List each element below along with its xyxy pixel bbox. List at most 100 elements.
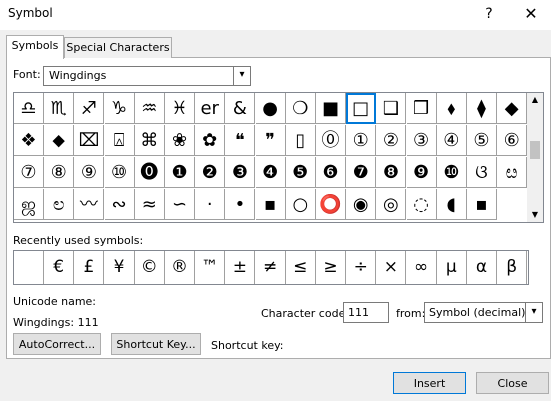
shortcut-key-button[interactable]: Shortcut Key... — [111, 333, 201, 355]
symbol-cell[interactable]: ❹ — [255, 157, 286, 188]
recent-symbol-cell[interactable]: ≤ — [286, 251, 316, 284]
symbol-cell[interactable]: ≈ — [134, 189, 165, 220]
symbol-cell[interactable]: ◉ — [346, 189, 377, 220]
scroll-thumb[interactable] — [530, 141, 540, 159]
tab-special-characters[interactable]: Special Characters — [64, 37, 172, 58]
scroll-up-icon[interactable]: ▲ — [527, 93, 543, 107]
symbol-cell[interactable]: ♑ — [104, 93, 135, 124]
recent-symbol-cell[interactable]: ∞ — [407, 251, 437, 284]
recent-symbol-cell[interactable]: £ — [74, 251, 105, 284]
symbol-cell[interactable]: • — [225, 189, 256, 220]
symbol-cell[interactable]: ∾ — [104, 189, 135, 220]
symbol-cell[interactable]: ⌧ — [74, 125, 105, 156]
grid-scrollbar[interactable]: ▲ ▼ — [527, 92, 544, 223]
symbol-cell[interactable]: ⓪ — [316, 125, 346, 156]
symbol-cell[interactable]: ❞ — [255, 125, 286, 156]
symbol-cell[interactable]: ❺ — [285, 157, 316, 188]
symbol-cell[interactable]: ∽ — [165, 189, 195, 220]
symbol-cell[interactable]: ❍ — [285, 93, 316, 124]
symbol-cell[interactable]: □ — [346, 93, 377, 124]
symbol-cell[interactable]: ❻ — [316, 157, 346, 188]
font-dropdown[interactable]: Wingdings ▾ — [43, 66, 251, 86]
symbol-cell[interactable]: · — [195, 189, 226, 220]
scroll-down-icon[interactable]: ▼ — [527, 208, 543, 222]
symbol-cell[interactable]: ⌘ — [134, 125, 165, 156]
symbol-cell[interactable]: ❖ — [14, 125, 44, 156]
recent-symbol-cell[interactable]: ≥ — [316, 251, 346, 284]
symbol-cell[interactable]: ② — [376, 125, 407, 156]
recent-symbol-cell[interactable]: © — [135, 251, 165, 284]
symbol-cell[interactable]: ♒ — [134, 93, 165, 124]
recent-symbol-cell[interactable]: µ — [437, 251, 467, 284]
symbol-cell[interactable]: ◌ — [406, 189, 437, 220]
symbol-cell[interactable]: ⬧ — [436, 93, 467, 124]
symbol-cell[interactable]: ■ — [316, 93, 346, 124]
recent-symbol-cell[interactable]: × — [376, 251, 407, 284]
chevron-down-icon[interactable]: ▾ — [525, 303, 542, 322]
recent-symbol-cell[interactable]: ® — [165, 251, 195, 284]
symbol-cell[interactable]: ⓿ — [134, 157, 165, 188]
symbol-cell[interactable]: ⑧ — [44, 157, 75, 188]
symbol-cell[interactable]: ⧫ — [467, 93, 497, 124]
symbol-cell[interactable]: ○ — [285, 189, 316, 220]
symbol-cell[interactable]: ◖ — [436, 189, 467, 220]
symbol-cell[interactable]: ▯ — [285, 125, 316, 156]
close-button[interactable]: Close — [476, 372, 549, 394]
tab-symbols[interactable]: Symbols — [6, 35, 64, 59]
symbol-cell[interactable]: ⍓ — [104, 125, 135, 156]
recent-symbol-cell[interactable]: ÷ — [346, 251, 377, 284]
symbol-cell[interactable]: ❷ — [195, 157, 226, 188]
recent-symbol-cell[interactable]: α — [467, 251, 497, 284]
symbol-cell[interactable]: ❀ — [165, 125, 195, 156]
symbol-cell[interactable]: ଓ — [467, 157, 497, 188]
symbol-cell[interactable]: ஜ — [14, 189, 44, 220]
symbol-cell[interactable]: ❾ — [406, 157, 437, 188]
close-window-button[interactable]: ✕ — [520, 3, 542, 25]
symbol-cell[interactable]: ೞ — [497, 157, 528, 188]
symbol-cell[interactable]: ❑ — [376, 93, 407, 124]
symbol-cell[interactable]: ④ — [436, 125, 467, 156]
symbol-cell[interactable]: ◎ — [376, 189, 407, 220]
symbol-cell[interactable]: ❼ — [346, 157, 377, 188]
symbol-cell[interactable]: ಲ — [44, 189, 75, 220]
from-dropdown[interactable]: Symbol (decimal) ▾ — [424, 302, 543, 323]
recent-symbol-cell[interactable]: ≠ — [256, 251, 286, 284]
symbol-cell[interactable]: er — [195, 93, 226, 124]
recent-symbol-cell[interactable] — [14, 251, 44, 284]
symbol-cell[interactable]: ⑤ — [467, 125, 497, 156]
symbol-cell[interactable]: ▪ — [467, 189, 497, 220]
recent-symbol-cell[interactable]: ± — [225, 251, 256, 284]
recent-symbol-cell[interactable]: β — [497, 251, 528, 284]
insert-button[interactable]: Insert — [393, 372, 466, 394]
symbol-cell[interactable]: ③ — [406, 125, 437, 156]
help-button[interactable]: ? — [478, 3, 500, 25]
symbol-cell[interactable]: ♎ — [14, 93, 44, 124]
symbol-cell[interactable]: ◆ — [497, 93, 528, 124]
symbol-cell[interactable]: ♓ — [165, 93, 195, 124]
symbol-cell[interactable]: ❿ — [436, 157, 467, 188]
character-code-input[interactable]: 111 — [343, 302, 389, 323]
symbol-cell[interactable]: ❸ — [225, 157, 256, 188]
symbol-cell[interactable]: ⑨ — [74, 157, 105, 188]
symbol-cell[interactable]: ❶ — [165, 157, 195, 188]
symbol-cell[interactable]: ❝ — [225, 125, 256, 156]
symbol-cell[interactable]: ⬥ — [44, 125, 75, 156]
recent-symbol-cell[interactable]: ¥ — [105, 251, 135, 284]
symbol-cell[interactable]: ⭕ — [316, 189, 346, 220]
symbol-cell[interactable]: ♏ — [44, 93, 75, 124]
autocorrect-button[interactable]: AutoCorrect... — [13, 333, 101, 355]
symbol-cell[interactable]: ❽ — [376, 157, 407, 188]
symbol-cell[interactable]: ♐ — [74, 93, 105, 124]
symbol-cell[interactable]: ⑦ — [14, 157, 44, 188]
symbol-cell[interactable]: 〰 — [74, 189, 105, 220]
symbol-cell[interactable]: ① — [346, 125, 377, 156]
symbol-cell[interactable]: ❒ — [406, 93, 437, 124]
symbol-cell[interactable]: ⑩ — [104, 157, 135, 188]
chevron-down-icon[interactable]: ▾ — [233, 67, 250, 85]
symbol-cell[interactable]: ▪ — [255, 189, 286, 220]
symbol-cell[interactable]: ● — [255, 93, 286, 124]
recent-symbol-cell[interactable]: ™ — [195, 251, 226, 284]
symbol-cell[interactable]: ✿ — [195, 125, 226, 156]
symbol-cell[interactable]: ⑥ — [497, 125, 528, 156]
symbol-cell[interactable]: & — [225, 93, 256, 124]
